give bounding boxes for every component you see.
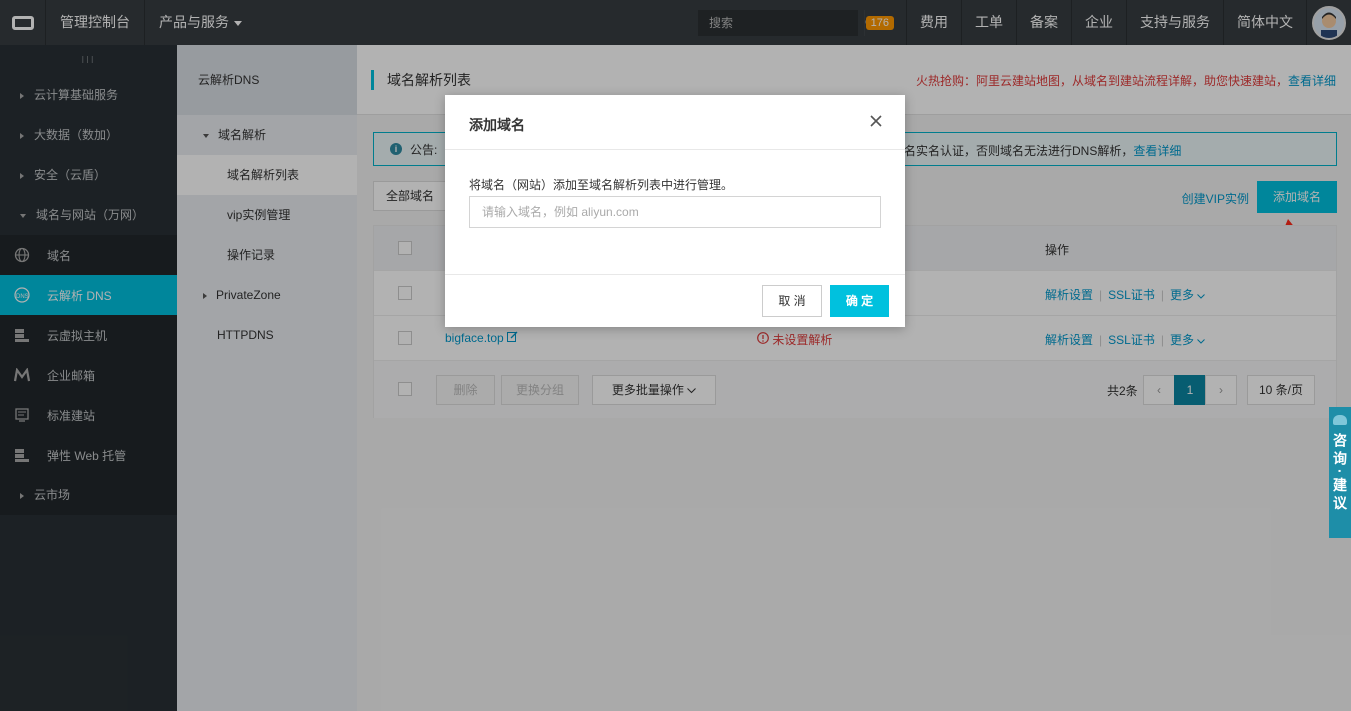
dialog-description: 将域名（网站）添加至域名解析列表中进行管理。	[469, 178, 734, 192]
dialog-title: 添加域名	[469, 117, 525, 133]
chat-icon	[1333, 415, 1347, 425]
dialog-footer: 取 消 确 定	[445, 274, 905, 327]
cancel-button[interactable]: 取 消	[762, 285, 822, 317]
dialog-body: 将域名（网站）添加至域名解析列表中进行管理。	[445, 150, 905, 274]
domain-input[interactable]	[469, 196, 881, 228]
dialog-header: 添加域名	[445, 95, 905, 150]
consult-label: 咨询·建议	[1332, 433, 1348, 514]
consult-feedback-tab[interactable]: 咨询·建议	[1329, 407, 1351, 538]
add-domain-dialog: 添加域名 将域名（网站）添加至域名解析列表中进行管理。 取 消 确 定	[445, 95, 905, 327]
confirm-button[interactable]: 确 定	[830, 285, 889, 317]
close-icon[interactable]	[869, 114, 883, 128]
